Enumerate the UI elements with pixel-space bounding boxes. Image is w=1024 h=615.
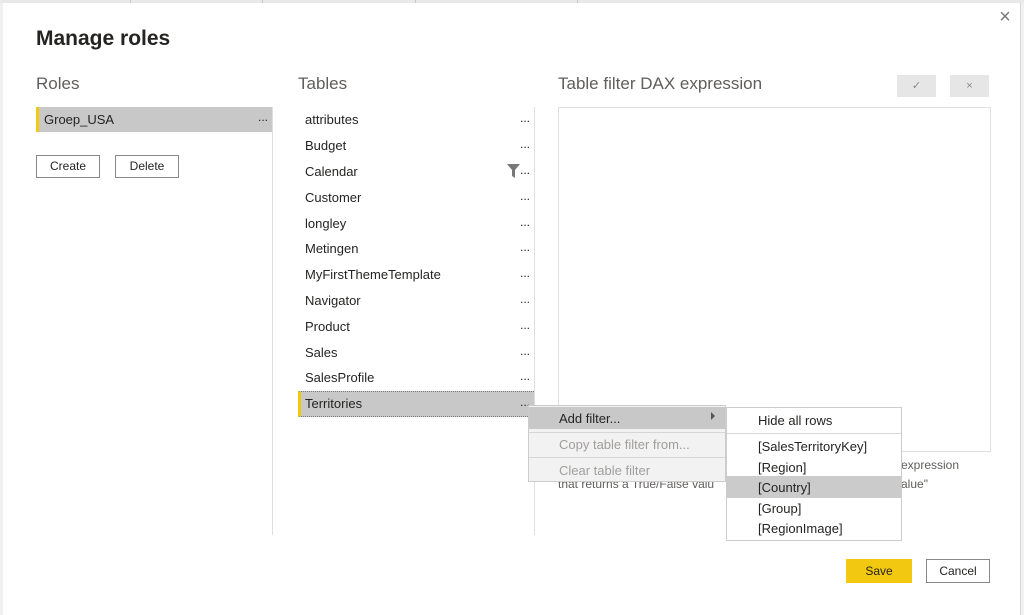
more-options-icon[interactable]: ... xyxy=(520,240,530,254)
menu-separator xyxy=(727,433,901,434)
menu-item-clear-table-filter[interactable]: Clear table filter xyxy=(529,459,725,481)
cancel-edit-icon[interactable]: × xyxy=(950,75,989,97)
more-options-icon[interactable]: ... xyxy=(520,369,530,383)
table-item-label: Sales xyxy=(305,345,338,360)
table-item-label: Budget xyxy=(305,138,347,153)
menu-item-label: [SalesTerritoryKey] xyxy=(758,439,868,454)
submenu-item-hide-all-rows[interactable]: Hide all rows xyxy=(727,409,901,431)
menu-item-label: [RegionImage] xyxy=(758,521,843,536)
table-item-metingen[interactable]: Metingen ... xyxy=(298,237,534,261)
submenu-item-salesterritorykey[interactable]: [SalesTerritoryKey] xyxy=(727,435,901,457)
background-divider xyxy=(577,0,578,3)
table-context-menu: Add filter... Copy table filter from... … xyxy=(528,405,726,482)
save-button[interactable]: Save xyxy=(846,559,912,583)
table-item-label: longley xyxy=(305,216,347,231)
column-divider xyxy=(272,107,273,535)
help-text-fragment: expression xyxy=(901,458,960,472)
menu-item-label: Hide all rows xyxy=(758,413,833,428)
background-divider xyxy=(415,0,416,3)
dialog-title: Manage roles xyxy=(36,27,171,50)
submenu-arrow-icon xyxy=(711,412,715,420)
delete-role-button[interactable]: Delete xyxy=(115,155,179,178)
check-icon[interactable]: ✓ xyxy=(897,75,936,97)
submenu-item-country[interactable]: [Country] xyxy=(727,476,901,498)
table-item-territories[interactable]: Territories ... xyxy=(298,391,534,417)
background-divider xyxy=(262,0,263,3)
tables-header: Tables xyxy=(298,74,348,93)
help-text-fragment: alue" xyxy=(901,477,928,491)
table-item-attributes[interactable]: attributes ... xyxy=(298,108,534,132)
submenu-item-group[interactable]: [Group] xyxy=(727,497,901,519)
table-item-product[interactable]: Product ... xyxy=(298,315,534,339)
table-item-label: Customer xyxy=(305,190,362,205)
background-divider xyxy=(130,0,131,3)
dax-header: Table filter DAX expression xyxy=(558,74,763,93)
add-filter-submenu: Hide all rows [SalesTerritoryKey] [Regio… xyxy=(726,407,902,541)
menu-item-copy-table-filter[interactable]: Copy table filter from... xyxy=(529,433,725,455)
table-item-label: Metingen xyxy=(305,241,359,256)
more-options-icon[interactable]: ... xyxy=(520,111,530,125)
dax-expression-editor[interactable] xyxy=(558,107,991,452)
table-item-navigator[interactable]: Navigator ... xyxy=(298,289,534,313)
menu-separator xyxy=(529,457,725,458)
more-options-icon[interactable]: ... xyxy=(520,344,530,358)
background-window-strip xyxy=(0,0,1024,3)
menu-item-label: [Country] xyxy=(758,480,811,495)
table-item-label: Calendar xyxy=(305,164,358,179)
table-item-customer[interactable]: Customer ... xyxy=(298,186,534,210)
filter-icon xyxy=(507,164,520,178)
role-item-label: Groep_USA xyxy=(44,112,115,127)
menu-item-add-filter[interactable]: Add filter... xyxy=(529,407,725,429)
menu-item-label: [Region] xyxy=(758,460,807,475)
table-item-label: Product xyxy=(305,319,350,334)
table-item-longley[interactable]: longley ... xyxy=(298,212,534,236)
menu-item-label: Add filter... xyxy=(559,411,621,426)
table-item-myfirstthemetemplate[interactable]: MyFirstThemeTemplate ... xyxy=(298,263,534,287)
table-item-salesprofile[interactable]: SalesProfile ... xyxy=(298,366,534,390)
table-item-budget[interactable]: Budget ... xyxy=(298,134,534,158)
menu-item-label: Clear table filter xyxy=(559,463,651,478)
more-options-icon[interactable]: ... xyxy=(520,318,530,332)
table-item-label: attributes xyxy=(305,112,359,127)
background-window-edge xyxy=(0,3,3,615)
more-options-icon[interactable]: ... xyxy=(520,292,530,306)
table-item-label: MyFirstThemeTemplate xyxy=(305,267,441,282)
menu-item-label: Copy table filter from... xyxy=(559,437,690,452)
cancel-button[interactable]: Cancel xyxy=(926,559,990,583)
table-item-sales[interactable]: Sales ... xyxy=(298,341,534,365)
close-icon[interactable]: × xyxy=(995,7,1015,28)
more-options-icon[interactable]: ... xyxy=(258,110,268,124)
create-role-button[interactable]: Create xyxy=(36,155,100,178)
more-options-icon[interactable]: ... xyxy=(520,137,530,151)
submenu-item-regionimage[interactable]: [RegionImage] xyxy=(727,517,901,539)
more-options-icon[interactable]: ... xyxy=(520,215,530,229)
background-window-edge xyxy=(1020,3,1024,615)
submenu-item-region[interactable]: [Region] xyxy=(727,456,901,478)
more-options-icon[interactable]: ... xyxy=(520,189,530,203)
menu-item-label: [Group] xyxy=(758,501,802,516)
more-options-icon[interactable]: ... xyxy=(520,266,530,280)
more-options-icon[interactable]: ... xyxy=(520,163,530,177)
table-item-calendar[interactable]: Calendar ... xyxy=(298,160,534,184)
table-item-label: Territories xyxy=(305,396,363,411)
table-item-label: SalesProfile xyxy=(305,370,375,385)
roles-header: Roles xyxy=(36,74,80,93)
role-item-groep-usa[interactable]: Groep_USA ... xyxy=(36,107,272,132)
table-item-label: Navigator xyxy=(305,293,361,308)
